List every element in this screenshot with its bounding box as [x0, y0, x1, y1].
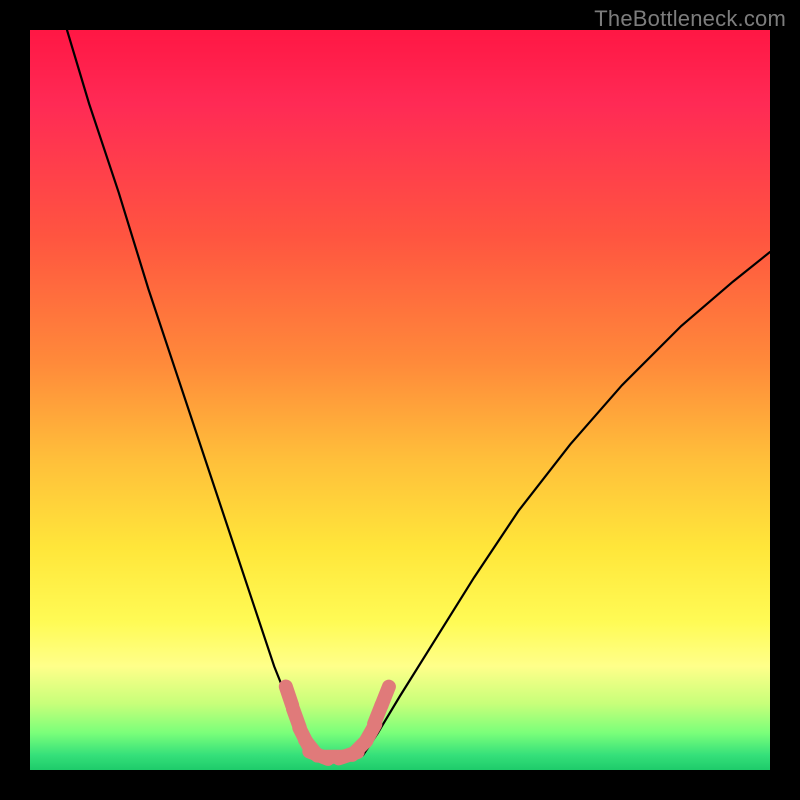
valley-markers: [286, 687, 389, 759]
curve-left: [67, 30, 311, 755]
valley-marker: [382, 687, 389, 706]
chart-frame: TheBottleneck.com: [0, 0, 800, 800]
curve-right: [363, 252, 770, 755]
watermark-text: TheBottleneck.com: [594, 6, 786, 32]
curve-svg: [30, 30, 770, 770]
plot-area: [30, 30, 770, 770]
